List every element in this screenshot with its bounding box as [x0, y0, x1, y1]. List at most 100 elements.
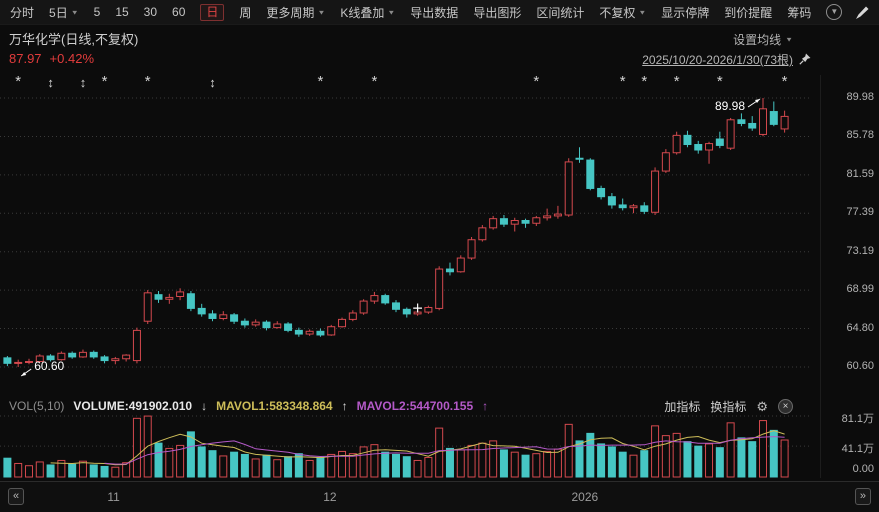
vol-indicator-name[interactable]: VOL(5,10) [9, 399, 64, 413]
mavol1-value: MAVOL1:583348.864 [216, 399, 333, 413]
toolbar-item-period-daily[interactable]: 日 [200, 3, 225, 21]
time-axis-label: 2026 [571, 490, 599, 504]
chevron-down-icon: ▼ [70, 8, 79, 16]
svg-text:89.98: 89.98 [715, 99, 745, 113]
toolbar-item-label: 到价提醒 [724, 5, 773, 20]
price-tick-label: 81.59 [846, 167, 874, 180]
price-tick-label: 64.80 [846, 321, 874, 334]
candlestick-chart[interactable]: +89.98 60.60 [0, 75, 820, 397]
toolbar-item-show-suspended[interactable]: 显示停牌 [661, 4, 709, 21]
mavol2-value: MAVOL2:544700.155 [356, 399, 474, 413]
announcement-star-icon[interactable]: * [99, 74, 111, 89]
last-price: 87.97 [9, 51, 42, 66]
price-row: 87.97 +0.42% [9, 51, 94, 66]
drawing-brush-icon[interactable] [855, 5, 870, 20]
announcement-star-icon[interactable]: * [779, 74, 791, 89]
toolbar-item-range-statistics[interactable]: 区间统计 [536, 4, 584, 21]
toolbar-item-period-intraday[interactable]: 分时 [10, 4, 34, 21]
chevron-down-icon: ▼ [387, 8, 396, 16]
toolbar-item-label: 5日 [49, 5, 68, 20]
toolbar-item-label: 区间统计 [536, 5, 585, 20]
change-percent: +0.42% [49, 51, 94, 66]
announcement-star-icon[interactable]: * [368, 74, 380, 89]
pin-icon[interactable] [799, 52, 811, 70]
toolbar-item-period-weekly[interactable]: 周 [239, 4, 251, 21]
down-arrow-icon: ↓ [201, 399, 208, 413]
announcement-star-icon[interactable]: * [314, 74, 326, 89]
ma-settings-label: 设置均线 [733, 33, 782, 47]
stock-chart-window: 分时 5日 ▼ 5 15 30 60 日周更多周期 ▼ K线叠加 ▼ 导出数据 导出图形 区间统计 不复权 ▼… [0, 0, 879, 512]
toolbar-item-label: 60 [172, 5, 186, 19]
toolbar-item-period-5min[interactable]: 5 [94, 5, 101, 19]
volume-indicator-header: VOL(5,10) VOLUME:491902.010 ↓ MAVOL1:583… [9, 398, 488, 414]
toolbar-item-label: 导出图形 [473, 5, 522, 20]
announcement-star-icon[interactable]: * [638, 74, 650, 89]
toolbar-item-period-15min[interactable]: 15 [115, 5, 128, 19]
toolbar-item-adjustment-mode[interactable]: 不复权 ▼ [599, 4, 646, 21]
toolbar-item-label: 日 [206, 4, 219, 19]
volume-chart[interactable] [0, 414, 820, 478]
toolbar-item-label: 15 [115, 5, 129, 19]
toolbar-item-label: 导出数据 [410, 5, 459, 20]
add-indicator-button[interactable]: 加指标 [664, 398, 700, 415]
svg-text:60.60: 60.60 [34, 359, 64, 373]
switch-indicator-button[interactable]: 换指标 [710, 398, 746, 415]
dividend-arrows-icon[interactable]: ↕ [45, 75, 57, 90]
up-arrow-icon: ↑ [341, 399, 348, 413]
date-range-link[interactable]: 2025/10/20-2026/1/30(73根) [642, 51, 793, 68]
toolbar-item-label: 5 [93, 5, 101, 19]
toolbar-item-period-60min[interactable]: 60 [172, 5, 185, 19]
toolbar: 分时 5日 ▼ 5 15 30 60 日周更多周期 ▼ K线叠加 ▼ 导出数据 导出图形 区间统计 不复权 ▼… [0, 0, 879, 25]
toolbar-item-label: 更多周期 [266, 5, 315, 20]
dividend-arrows-icon[interactable]: ↕ [77, 75, 89, 90]
announcement-star-icon[interactable]: * [12, 74, 24, 89]
toolbar-item-label: 不复权 [599, 5, 636, 20]
time-axis-label: 12 [323, 490, 337, 504]
close-indicator-icon[interactable]: × [778, 399, 793, 414]
price-tick-label: 89.98 [846, 91, 874, 103]
svg-text:+: + [412, 300, 424, 316]
volume-tick-label: 41.1万 [841, 443, 874, 456]
volume-tick-label: 81.1万 [841, 413, 874, 425]
toolbar-item-label: 周 [239, 5, 252, 20]
announcement-star-icon[interactable]: * [530, 74, 542, 89]
stock-title: 万华化学(日线,不复权) [9, 32, 139, 47]
toolbar-item-kline-overlay[interactable]: K线叠加 ▼ [340, 4, 395, 21]
announcement-star-icon[interactable]: * [617, 74, 629, 89]
gear-icon[interactable]: ⚙ [756, 400, 768, 413]
scroll-right-button[interactable]: » [854, 488, 871, 505]
toolbar-item-period-5day[interactable]: 5日 ▼ [49, 4, 79, 21]
toolbar-icons: ▼ [826, 4, 879, 20]
toolbar-item-label: 分时 [10, 5, 35, 20]
toolbar-item-label: 筹码 [787, 5, 812, 20]
period-buttons: 分时 5日 ▼ 5 15 30 60 日周更多周期 ▼ K线叠加 ▼ 导出数据 导出图形 区间统计 不复权 ▼… [10, 3, 811, 21]
volume-tick-label: 0.00 [852, 463, 874, 475]
time-axis: « » 11 12 2026 [0, 481, 879, 512]
price-tick-label: 85.78 [846, 129, 874, 142]
volume-value: VOLUME:491902.010 [73, 399, 193, 413]
ma-settings-button[interactable]: 设置均线 ▼ [733, 31, 793, 48]
toolbar-item-more-periods[interactable]: 更多周期 ▼ [266, 4, 325, 21]
toolbar-item-export-image[interactable]: 导出图形 [473, 4, 521, 21]
price-tick-label: 68.99 [846, 283, 874, 296]
indicator-actions: 加指标 换指标 ⚙ × [664, 398, 793, 415]
announcement-star-icon[interactable]: * [714, 74, 726, 89]
announcement-star-icon[interactable]: * [671, 74, 683, 89]
toolbar-item-period-30min[interactable]: 30 [144, 5, 157, 19]
chevron-down-icon: ▼ [785, 35, 793, 44]
time-axis-label: 11 [107, 490, 120, 504]
price-tick-label: 77.39 [846, 206, 874, 219]
dividend-arrows-icon[interactable]: ↕ [206, 75, 218, 90]
toolbar-item-chip-distribution[interactable]: 筹码 [787, 4, 811, 21]
chevron-down-icon: ▼ [317, 8, 326, 16]
collapse-toolbar-icon[interactable]: ▼ [826, 4, 843, 20]
price-tick-label: 73.19 [846, 244, 874, 257]
toolbar-item-price-alert[interactable]: 到价提醒 [724, 4, 772, 21]
toolbar-item-label: 30 [143, 5, 158, 19]
toolbar-item-export-data[interactable]: 导出数据 [410, 4, 458, 21]
toolbar-item-label: K线叠加 [340, 5, 385, 20]
announcement-star-icon[interactable]: * [142, 74, 154, 89]
up-arrow2-icon: ↑ [482, 399, 489, 413]
scroll-left-button[interactable]: « [8, 488, 25, 505]
price-tick-label: 60.60 [846, 360, 874, 372]
